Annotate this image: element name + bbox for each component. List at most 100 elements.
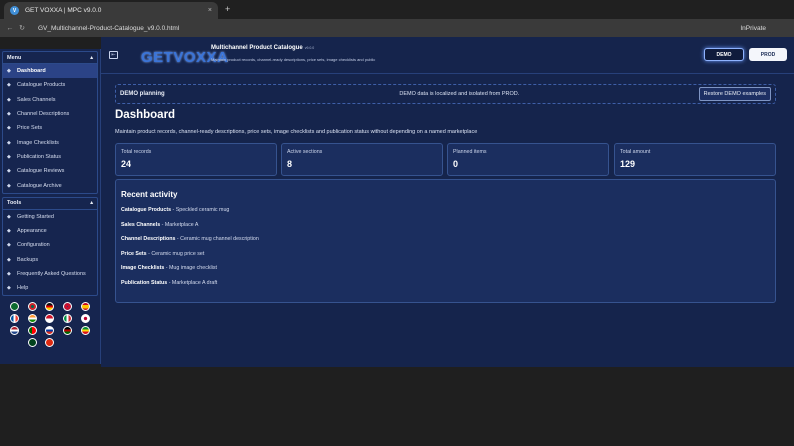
prod-button[interactable]: PROD (749, 48, 787, 61)
address-bar: ← ↻ GV_Multichannel-Product-Catalogue_v9… (0, 19, 794, 37)
help-icon: ◆ (7, 285, 11, 292)
url-field[interactable]: GV_Multichannel-Product-Catalogue_v9.0.0… (38, 25, 740, 32)
demo-button[interactable]: DEMO (704, 48, 744, 61)
flag-pakistan-2[interactable] (27, 338, 37, 348)
back-icon[interactable]: ← (4, 25, 16, 32)
sidebar: Menu ▴ ◆ Dashboard ◆ Catalogue Products ◆ Sal… (0, 49, 101, 364)
tools-panel: Tools ▴ ◆ Getting Started ◆ Appearance ◆ Conf… (2, 196, 98, 297)
flag-france[interactable] (10, 314, 20, 324)
new-tab-button[interactable]: + (225, 4, 230, 14)
stat-value: 8 (287, 159, 293, 169)
flag-portugal[interactable] (27, 326, 37, 336)
flag-pakistan[interactable] (10, 302, 20, 312)
flag-russia[interactable] (45, 326, 55, 336)
image-icon: ◆ (7, 139, 11, 146)
sidebar-item-catalogue-archive[interactable]: ◆ Catalogue Archive (3, 178, 97, 192)
stat-active-sections: Active sections 8 (281, 143, 443, 176)
flag-italy[interactable] (63, 314, 73, 324)
sidebar-item-label: Configuration (17, 242, 50, 249)
sidebar-item-help[interactable]: ◆ Help (3, 281, 97, 295)
stat-label: Active sections (287, 149, 323, 155)
activity-detail: - Ceramic mug channel description (175, 236, 259, 242)
activity-section: Channel Descriptions (121, 236, 176, 242)
restore-demo-button[interactable]: Restore DEMO examples (698, 87, 771, 101)
logo-get: GET (141, 48, 174, 66)
flag-japan[interactable] (80, 314, 90, 324)
sidebar-item-backups[interactable]: ◆ Backups (3, 253, 97, 267)
menu-panel: Menu ▴ ◆ Dashboard ◆ Catalogue Products ◆ Sal… (2, 51, 98, 194)
flag-bangladesh[interactable] (27, 302, 37, 312)
page-title: Dashboard (115, 109, 176, 121)
activity-section: Image Checklists (121, 265, 165, 271)
top-bar: ⇤ GETVOXXA Multichannel Product Catalogu… (101, 37, 794, 74)
sidebar-item-label: Price Sets (17, 125, 43, 132)
sidebar-item-frequently-asked-questions[interactable]: ◆ Frequently Asked Questions (3, 267, 97, 281)
stat-label: Total records (121, 149, 152, 155)
browser-tab[interactable]: V GET VOXXA | MPC v9.0.0 × (4, 2, 218, 19)
sidebar-item-label: Catalogue Archive (17, 182, 62, 189)
stat-total-records: Total records 24 (115, 143, 277, 176)
tag-icon: ◆ (7, 125, 11, 132)
sidebar-item-label: Frequently Asked Questions (17, 271, 86, 277)
sidebar-item-label: Backups (17, 256, 39, 263)
sidebar-toggle-icon[interactable]: ⇤ (109, 51, 118, 59)
banner-label: DEMO planning (120, 91, 165, 97)
menu-header[interactable]: Menu ▴ (3, 52, 97, 64)
sidebar-item-label: Channel Descriptions (17, 111, 70, 118)
sidebar-item-catalogue-products[interactable]: ◆ Catalogue Products (3, 78, 97, 92)
channel-icon: ◆ (7, 96, 11, 103)
archive-icon: ◆ (7, 182, 11, 189)
status-icon: ◆ (7, 153, 11, 160)
sidebar-item-label: Getting Started (17, 213, 54, 220)
flag-netherlands[interactable] (10, 326, 20, 336)
flag-uk[interactable] (63, 302, 73, 312)
app-title: Multichannel Product Catalogue v9.0.0 (211, 45, 314, 51)
tools-header[interactable]: Tools ▴ (3, 198, 97, 210)
flag-ethiopia[interactable] (80, 326, 90, 336)
flag-germany[interactable] (45, 302, 55, 312)
collapse-tools-icon[interactable]: ▴ (90, 200, 93, 206)
activity-detail: - Ceramic mug price set (146, 250, 205, 257)
menu-title: Menu (7, 54, 22, 61)
activity-row: Channel Descriptions - Ceramic mug chann… (121, 236, 770, 251)
sidebar-item-dashboard[interactable]: ◆ Dashboard (3, 64, 97, 79)
sidebar-item-label: Appearance (17, 228, 47, 235)
close-icon[interactable]: × (208, 7, 212, 14)
activity-detail: - Marketplace A (160, 221, 199, 228)
sidebar-item-getting-started[interactable]: ◆ Getting Started (3, 210, 97, 224)
app: Menu ▴ ◆ Dashboard ◆ Catalogue Products ◆ Sal… (0, 37, 794, 446)
sidebar-item-label: Sales Channels (17, 96, 56, 103)
sidebar-item-label: Image Checklists (17, 139, 59, 146)
box-icon: ◆ (7, 82, 11, 89)
inprivate-badge[interactable]: InPrivate (740, 25, 766, 32)
app-subtitle: Maintain product records, channel-ready … (211, 57, 376, 62)
app-title-text: Multichannel Product Catalogue (211, 45, 303, 51)
sidebar-item-channel-descriptions[interactable]: ◆ Channel Descriptions (3, 107, 97, 121)
activity-section: Sales Channels (121, 221, 161, 228)
activity-section: Price Sets (121, 250, 147, 257)
stat-label: Planned items (453, 149, 487, 155)
sidebar-item-catalogue-reviews[interactable]: ◆ Catalogue Reviews (3, 164, 97, 178)
flag-india[interactable] (27, 314, 37, 324)
sidebar-item-price-sets[interactable]: ◆ Price Sets (3, 121, 97, 135)
activity-row: Price Sets - Ceramic mug price set (121, 251, 770, 266)
page-subtitle: Maintain product records, channel-ready … (115, 129, 478, 135)
sidebar-item-publication-status[interactable]: ◆ Publication Status (3, 150, 97, 164)
collapse-menu-icon[interactable]: ▴ (90, 55, 93, 61)
activity-section: Catalogue Products (121, 207, 172, 213)
reload-icon[interactable]: ↻ (16, 24, 28, 32)
flag-china[interactable] (45, 338, 55, 348)
flag-kenya[interactable] (63, 326, 73, 336)
favicon-icon: V (10, 6, 19, 15)
sidebar-item-image-checklists[interactable]: ◆ Image Checklists (3, 135, 97, 149)
sidebar-item-appearance[interactable]: ◆ Appearance (3, 224, 97, 238)
flag-indonesia[interactable] (45, 314, 55, 324)
sidebar-item-sales-channels[interactable]: ◆ Sales Channels (3, 93, 97, 107)
browser-tab-strip: V GET VOXXA | MPC v9.0.0 × + (0, 0, 794, 19)
stat-value: 129 (620, 159, 636, 169)
flag-spain[interactable] (80, 302, 90, 312)
sidebar-item-configuration[interactable]: ◆ Configuration (3, 238, 97, 252)
language-flags (2, 299, 98, 350)
app-version: v9.0.0 (304, 46, 315, 50)
question-icon: ◆ (7, 271, 11, 277)
